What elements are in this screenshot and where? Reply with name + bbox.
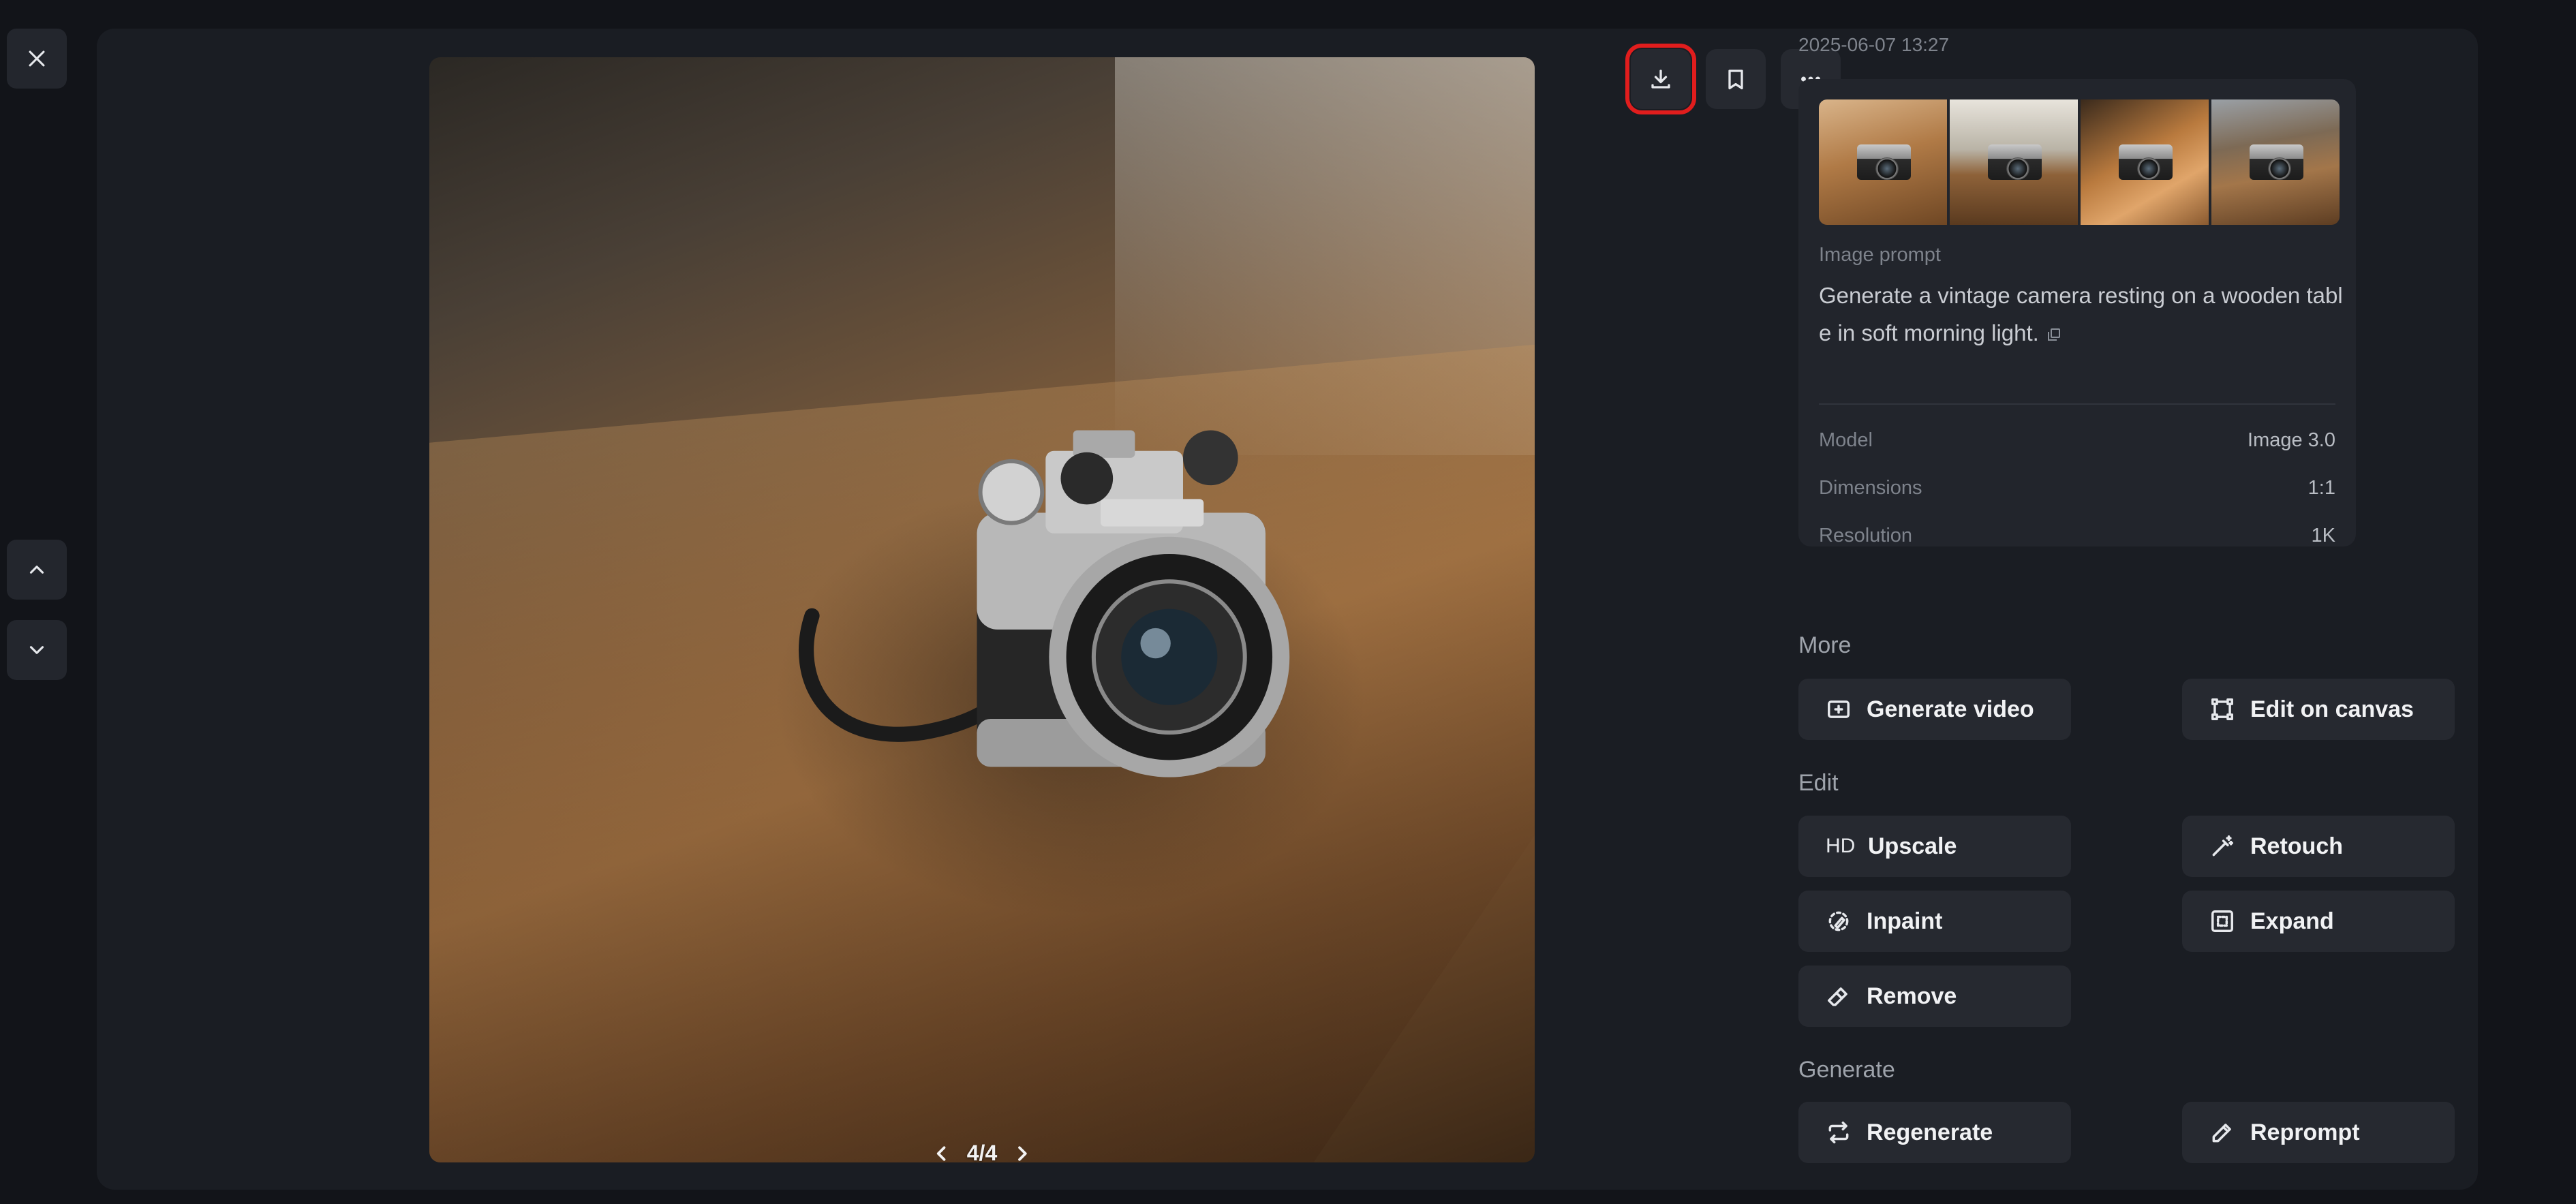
previous-image-button[interactable] [7,540,67,600]
section-title-generate: Generate [1798,1057,1895,1083]
section-title-edit: Edit [1798,770,1839,796]
meta-key: Dimensions [1819,477,1922,499]
thumbnail[interactable] [2081,99,2209,225]
canvas-icon [2211,698,2233,720]
pencil-icon [2212,1124,2231,1143]
button-label: Remove [1867,983,1957,1009]
meta-value: 1K [2311,525,2335,546]
generate-video-button[interactable]: Generate video [1798,679,2071,740]
upscale-button[interactable]: HD Upscale [1798,816,2071,877]
meta-row-model: Model Image 3.0 [1819,429,2335,452]
thumbnail-strip [1819,99,2340,225]
thumbnail[interactable] [1819,99,1947,225]
button-label: Edit on canvas [2250,696,2414,722]
eraser-icon [1828,987,1847,1006]
meta-key: Model [1819,429,1873,451]
remove-button[interactable]: Remove [1798,966,2071,1027]
button-label: Regenerate [1867,1119,1993,1145]
thumbnail[interactable] [1950,99,2078,225]
hd-icon: HD [1826,835,1856,857]
edit-on-canvas-button[interactable]: Edit on canvas [2182,679,2455,740]
meta-key: Resolution [1819,525,1913,546]
chevron-up-icon [29,566,44,574]
chevron-down-icon [29,646,44,654]
thumbnail[interactable] [2211,99,2340,225]
button-label: Reprompt [2250,1119,2360,1145]
button-label: Retouch [2250,833,2343,859]
meta-value: Image 3.0 [2248,429,2335,451]
prompt-label: Image prompt [1819,244,1941,266]
regenerate-button[interactable]: Regenerate [1798,1102,2071,1163]
section-title-more: More [1798,632,1852,658]
meta-row-resolution: Resolution 1K [1819,525,2335,547]
creation-timestamp: 2025-06-07 13:27 [1798,34,1950,55]
image-pager: 4/4 [932,1141,1032,1162]
retouch-button[interactable]: Retouch [2182,816,2455,877]
magic-wand-icon [2212,835,2233,856]
bookmark-icon [1728,70,1743,90]
copy-icon[interactable] [2046,316,2062,354]
bookmark-button[interactable] [1706,49,1766,109]
download-button[interactable] [1625,44,1696,114]
video-plus-icon [1828,700,1850,718]
brush-icon [1828,911,1849,931]
image-info-card: Image prompt Generate a vintage camera r… [1798,79,2356,546]
pager-count: 4/4 [966,1141,998,1162]
divider [1819,403,2335,405]
inpaint-button[interactable]: Inpaint [1798,891,2071,952]
repeat-icon [1828,1122,1849,1143]
expand-icon [2211,910,2233,932]
button-label: Expand [2250,908,2334,934]
prompt-text-block: Generate a vintage camera resting on a w… [1819,277,2344,354]
meta-row-dimensions: Dimensions 1:1 [1819,477,2335,499]
camera-illustration [799,430,1290,777]
close-button[interactable] [7,29,67,89]
button-label: Inpaint [1867,908,1943,934]
meta-value: 1:1 [2307,477,2335,499]
chevron-left-icon[interactable] [932,1143,952,1163]
chevron-right-icon[interactable] [1012,1143,1032,1163]
next-image-button[interactable] [7,620,67,680]
button-label: Upscale [1868,833,1957,859]
expand-button[interactable]: Expand [2182,891,2455,952]
button-label: Generate video [1867,696,2034,722]
prompt-text: Generate a vintage camera resting on a w… [1819,283,2343,345]
generated-image: 4/4 [429,57,1535,1162]
reprompt-button[interactable]: Reprompt [2182,1102,2455,1163]
download-icon [1651,70,1670,89]
close-icon [29,50,45,67]
